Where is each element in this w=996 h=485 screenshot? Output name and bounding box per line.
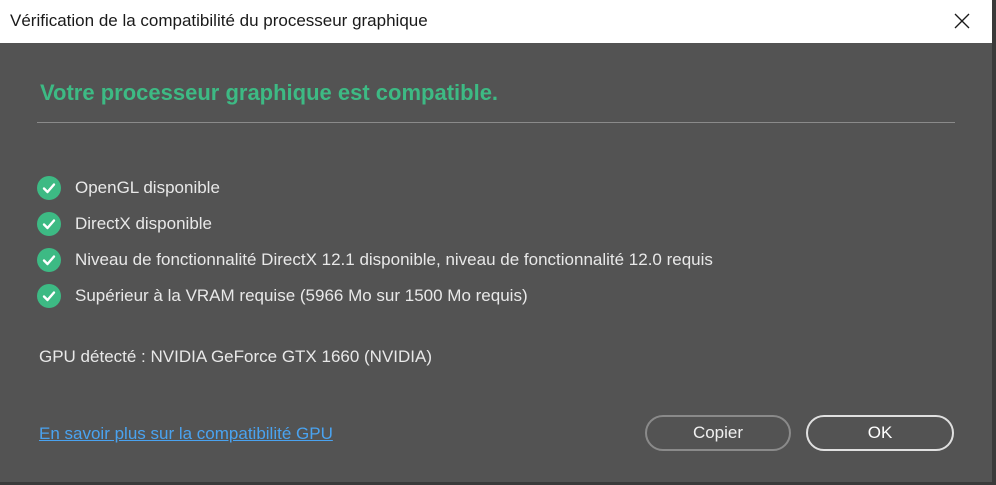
check-circle-icon bbox=[37, 176, 61, 200]
check-label: Niveau de fonctionnalité DirectX 12.1 di… bbox=[75, 250, 713, 269]
copy-button[interactable]: Copier bbox=[645, 415, 791, 451]
gpu-detected-text: GPU détecté : NVIDIA GeForce GTX 1660 (N… bbox=[39, 347, 433, 366]
close-icon bbox=[954, 13, 970, 29]
check-circle-icon bbox=[37, 284, 61, 308]
title-bar: Vérification de la compatibilité du proc… bbox=[0, 0, 996, 43]
compatibility-heading: Votre processeur graphique est compatibl… bbox=[40, 80, 499, 105]
close-button[interactable] bbox=[946, 6, 978, 36]
gpu-compatibility-dialog: Vérification de la compatibilité du proc… bbox=[0, 0, 996, 485]
check-item-opengl: OpenGL disponible bbox=[37, 170, 713, 206]
learn-more-link[interactable]: En savoir plus sur la compatibilité GPU bbox=[39, 424, 333, 444]
check-circle-icon bbox=[37, 248, 61, 272]
check-label: OpenGL disponible bbox=[75, 178, 220, 197]
check-label: DirectX disponible bbox=[75, 214, 213, 233]
check-circle-icon bbox=[37, 212, 61, 236]
ok-button[interactable]: OK bbox=[806, 415, 954, 451]
check-list: OpenGL disponible DirectX disponible Niv… bbox=[37, 170, 713, 314]
check-item-vram: Supérieur à la VRAM requise (5966 Mo sur… bbox=[37, 278, 713, 314]
window-title: Vérification de la compatibilité du proc… bbox=[10, 11, 428, 30]
check-item-feature-level: Niveau de fonctionnalité DirectX 12.1 di… bbox=[37, 242, 713, 278]
check-label: Supérieur à la VRAM requise (5966 Mo sur… bbox=[75, 286, 528, 305]
window-right-border bbox=[992, 43, 996, 485]
check-item-directx: DirectX disponible bbox=[37, 206, 713, 242]
heading-divider bbox=[37, 122, 955, 123]
